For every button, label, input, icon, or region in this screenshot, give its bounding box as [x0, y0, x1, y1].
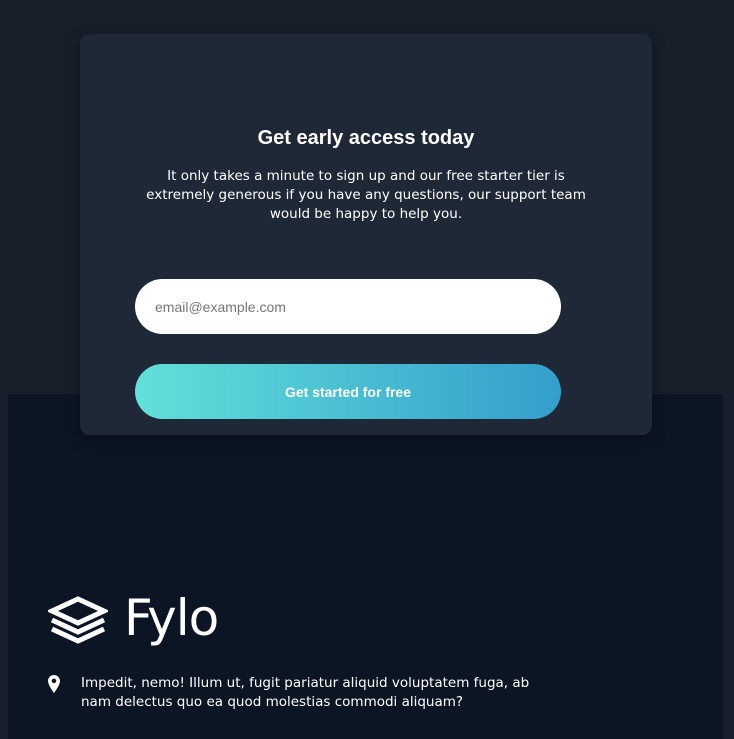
- early-access-card: Get early access today It only takes a m…: [80, 34, 652, 435]
- fylo-logo[interactable]: Fylo: [48, 589, 219, 647]
- page-edge: [723, 394, 734, 739]
- footer-address: Impedit, nemo! Illum ut, fugit pariatur …: [48, 674, 561, 712]
- email-field[interactable]: [135, 279, 561, 334]
- layers-stack-icon: [48, 596, 108, 644]
- location-pin-icon: [48, 675, 60, 693]
- get-started-button[interactable]: Get started for free: [135, 364, 561, 419]
- card-description: It only takes a minute to sign up and ou…: [146, 168, 586, 222]
- logo-wordmark: Fylo: [124, 589, 219, 647]
- address-text: Impedit, nemo! Illum ut, fugit pariatur …: [81, 675, 530, 710]
- card-title: Get early access today: [257, 127, 475, 149]
